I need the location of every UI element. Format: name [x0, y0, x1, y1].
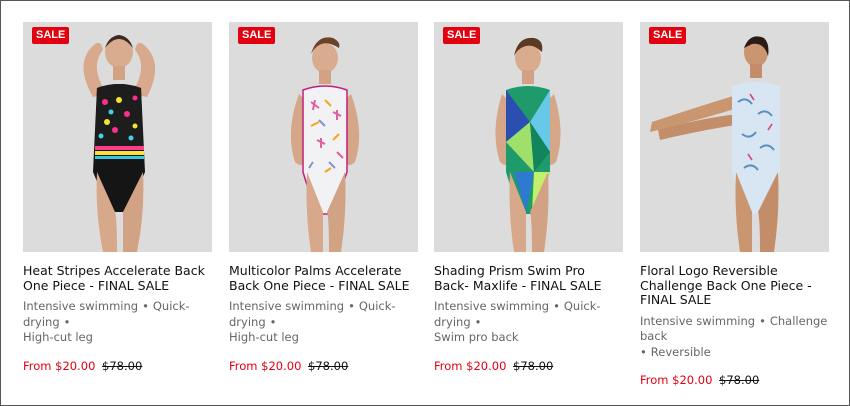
original-price: $78.00	[102, 358, 143, 373]
original-price: $78.00	[308, 358, 349, 373]
sale-badge: SALE	[443, 27, 481, 44]
product-title[interactable]: Shading Prism Swim Pro Back- Maxlife - F…	[434, 263, 623, 293]
price-row: From $20.00 $78.00	[229, 359, 418, 373]
sale-price: From $20.00	[23, 358, 96, 373]
separator-dot: •	[348, 299, 355, 313]
product-tags: Intensive swimming • Quick-drying • Swim pro…	[434, 299, 623, 346]
price-row: From $20.00 $78.00	[434, 359, 623, 373]
model-in-green-blue-prism-swimsuit-image	[434, 22, 623, 252]
sale-badge: SALE	[32, 27, 70, 44]
product-image[interactable]: SALE	[229, 22, 418, 252]
separator-dot: •	[640, 344, 647, 359]
product-image[interactable]: SALE	[640, 22, 829, 252]
product-card[interactable]: SALE Heat Stripes Accelerate Back One Pi…	[23, 22, 212, 373]
product-image[interactable]: SALE	[434, 22, 623, 252]
sale-badge: SALE	[238, 27, 276, 44]
product-card[interactable]: SALE Multicolor Palms Accelerate Back On…	[229, 22, 418, 373]
tag: Intensive swimming	[434, 299, 550, 313]
sale-badge: SALE	[649, 27, 687, 44]
product-image[interactable]: SALE	[23, 22, 212, 252]
price-row: From $20.00 $78.00	[23, 359, 212, 373]
model-in-white-palm-print-swimsuit-image	[229, 22, 418, 252]
sale-price: From $20.00	[229, 358, 302, 373]
separator-dot: •	[553, 299, 560, 313]
product-tags: Intensive swimming • Challenge back • Revers…	[640, 314, 829, 361]
product-tags: Intensive swimming • Quick-drying • High-cut…	[229, 299, 418, 346]
product-card[interactable]: SALE Shading Prism Swim Pro Back- Maxlif…	[434, 22, 623, 373]
tag: Swim pro back	[434, 330, 519, 344]
product-tags: Intensive swimming • Quick-drying • High-cut…	[23, 299, 212, 346]
product-title[interactable]: Floral Logo Reversible Challenge Back On…	[640, 263, 829, 308]
original-price: $78.00	[513, 358, 554, 373]
original-price: $78.00	[719, 373, 760, 387]
separator-dot: •	[474, 314, 482, 329]
tag: Intensive swimming	[23, 299, 139, 313]
model-in-light-blue-floral-swimsuit-stretching-image	[640, 22, 829, 252]
separator-dot: •	[63, 314, 71, 329]
sale-price: From $20.00	[434, 358, 507, 373]
sale-price: From $20.00	[640, 373, 713, 387]
product-title[interactable]: Multicolor Palms Accelerate Back One Pie…	[229, 263, 418, 293]
tag: Intensive swimming	[640, 313, 756, 328]
product-grid: SALE Heat Stripes Accelerate Back One Pi…	[0, 0, 850, 406]
tag: High-cut leg	[229, 330, 299, 344]
tag: Intensive swimming	[229, 299, 345, 313]
separator-dot: •	[759, 313, 766, 328]
product-card[interactable]: SALE Floral Logo Reversible Challenge Ba…	[640, 22, 829, 387]
separator-dot: •	[142, 299, 149, 313]
model-in-black-neon-swimsuit-image	[23, 22, 212, 252]
tag: High-cut leg	[23, 330, 93, 344]
separator-dot: •	[269, 314, 277, 329]
product-title[interactable]: Heat Stripes Accelerate Back One Piece -…	[23, 263, 212, 293]
price-row: From $20.00 $78.00	[640, 373, 829, 387]
tag: Reversible	[650, 344, 711, 359]
